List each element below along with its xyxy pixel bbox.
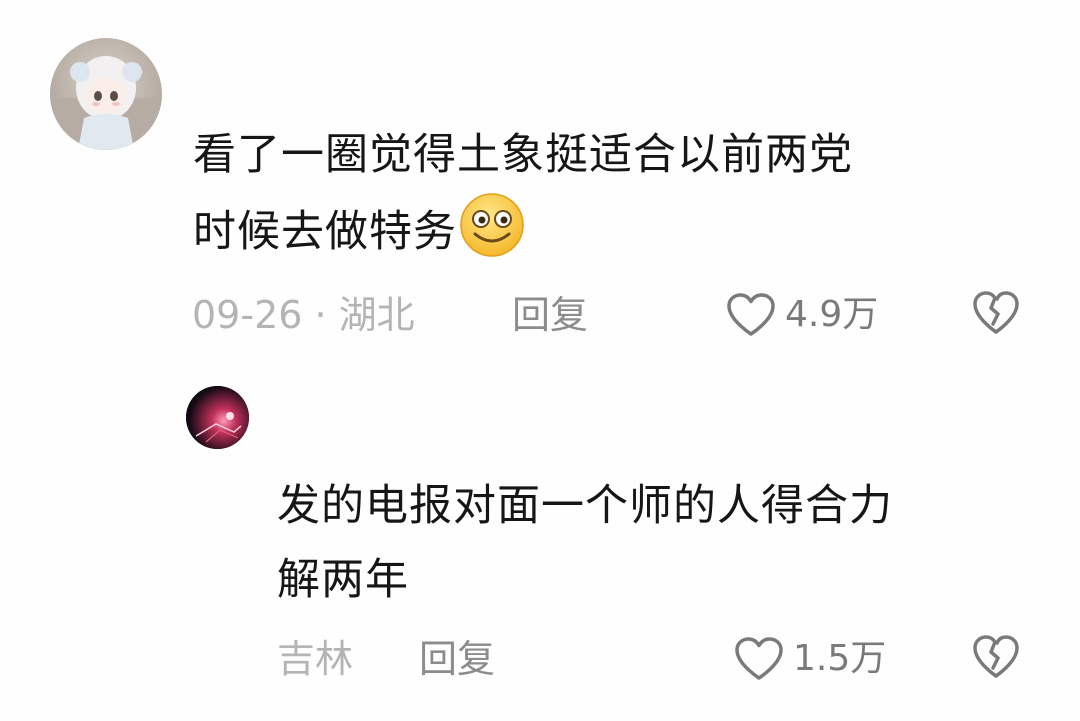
like-button[interactable]: 1.5万	[733, 634, 886, 684]
broken-heart-icon	[971, 634, 1021, 680]
avatar[interactable]	[186, 386, 249, 449]
comment-date-location: 09-26 · 湖北	[192, 293, 415, 337]
reply-button[interactable]: 回复	[419, 634, 495, 684]
comment-text-line: 解两年	[277, 555, 409, 605]
heart-outline-icon	[725, 292, 777, 338]
like-count: 4.9万	[785, 294, 879, 335]
heart-outline-icon	[733, 636, 785, 682]
reply-button[interactable]: 回复	[512, 290, 588, 340]
comment-thread: 看了一圈觉得土象挺适合以前两党 时候去做特务 09-26 · 湖北 回复 4.9…	[0, 0, 1080, 721]
dislike-button[interactable]	[971, 634, 1021, 680]
comment-text-line: 发的电报对面一个师的人得合力	[277, 481, 893, 531]
comment-text-line: 看了一圈觉得土象挺适合以前两党	[193, 130, 853, 180]
smile-emoji-icon	[459, 192, 525, 258]
comment-text: 看了一圈觉得土象挺适合以前两党 时候去做特务	[193, 118, 853, 269]
avatar[interactable]	[50, 38, 162, 150]
like-button[interactable]: 4.9万	[725, 290, 878, 340]
dislike-button[interactable]	[971, 290, 1021, 336]
broken-heart-icon	[971, 290, 1021, 336]
like-count: 1.5万	[793, 638, 887, 679]
comment-location: 吉林	[277, 637, 354, 681]
comment-text: 发的电报对面一个师的人得合力 解两年	[277, 469, 893, 617]
comment-text-line: 时候去做特务	[193, 192, 853, 269]
